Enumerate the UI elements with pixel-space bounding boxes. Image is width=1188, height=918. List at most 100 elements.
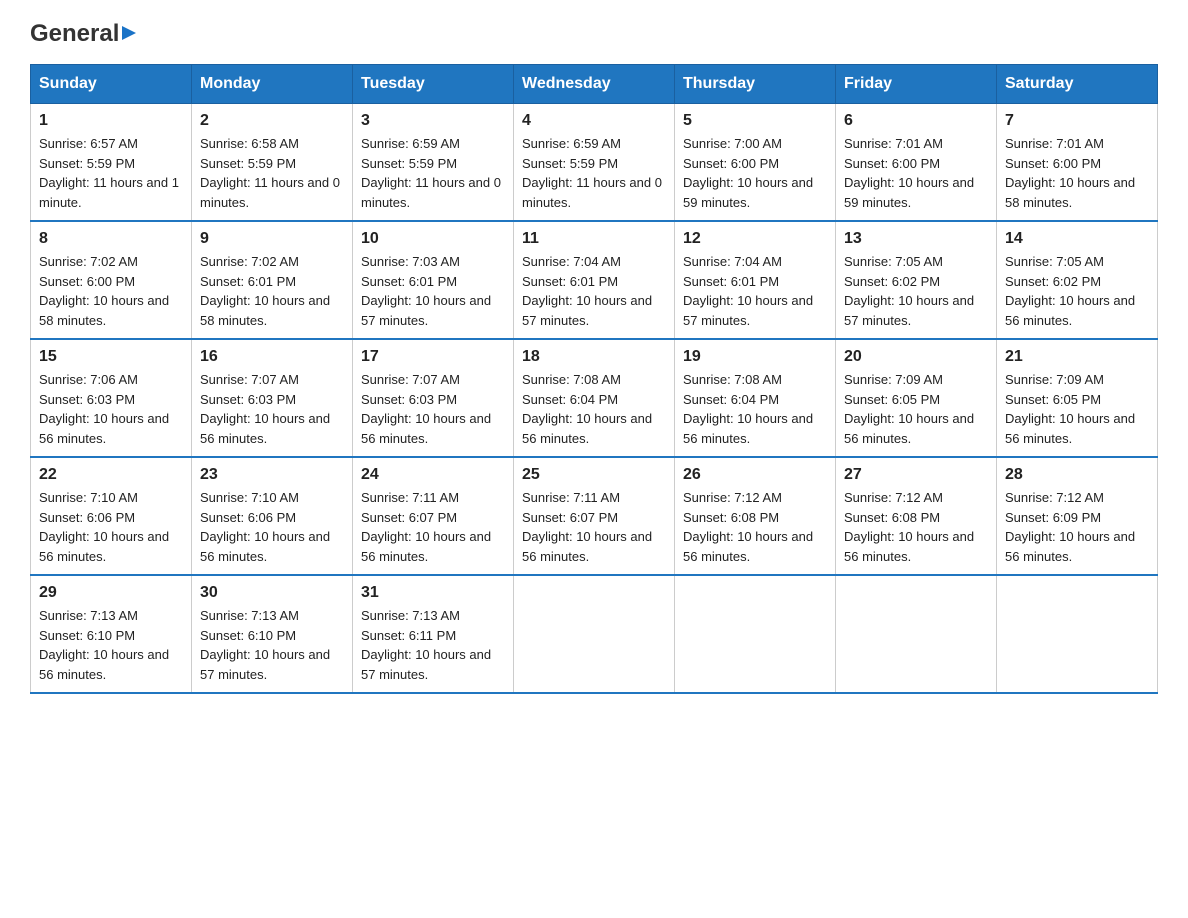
day-number: 27 bbox=[844, 466, 988, 484]
calendar-cell: 5 Sunrise: 7:00 AMSunset: 6:00 PMDaylight… bbox=[675, 104, 836, 222]
calendar-cell: 11 Sunrise: 7:04 AMSunset: 6:01 PMDayligh… bbox=[514, 221, 675, 339]
day-info: Sunrise: 7:02 AMSunset: 6:01 PMDaylight:… bbox=[200, 252, 344, 330]
calendar-cell: 20 Sunrise: 7:09 AMSunset: 6:05 PMDayligh… bbox=[836, 339, 997, 457]
calendar-cell: 29 Sunrise: 7:13 AMSunset: 6:10 PMDayligh… bbox=[31, 575, 192, 693]
calendar-cell: 22Sunrise: 7:10 AMSunset: 6:06 PMDayligh… bbox=[31, 457, 192, 575]
calendar-week-row: 1 Sunrise: 6:57 AMSunset: 5:59 PMDaylight… bbox=[31, 104, 1158, 222]
day-info: Sunrise: 7:06 AMSunset: 6:03 PMDaylight:… bbox=[39, 370, 183, 448]
day-info: Sunrise: 7:02 AMSunset: 6:00 PMDaylight:… bbox=[39, 252, 183, 330]
day-number: 20 bbox=[844, 348, 988, 366]
day-number: 26 bbox=[683, 466, 827, 484]
calendar-cell: 9 Sunrise: 7:02 AMSunset: 6:01 PMDaylight… bbox=[192, 221, 353, 339]
day-info: Sunrise: 7:11 AMSunset: 6:07 PMDaylight:… bbox=[361, 488, 505, 566]
day-number: 12 bbox=[683, 230, 827, 248]
day-info: Sunrise: 7:12 AMSunset: 6:08 PMDaylight:… bbox=[683, 488, 827, 566]
calendar-cell: 15 Sunrise: 7:06 AMSunset: 6:03 PMDayligh… bbox=[31, 339, 192, 457]
col-header-wednesday: Wednesday bbox=[514, 65, 675, 104]
day-number: 3 bbox=[361, 112, 505, 130]
day-number: 29 bbox=[39, 584, 183, 602]
day-number: 2 bbox=[200, 112, 344, 130]
calendar-cell: 14 Sunrise: 7:05 AMSunset: 6:02 PMDayligh… bbox=[997, 221, 1158, 339]
day-number: 24 bbox=[361, 466, 505, 484]
day-number: 6 bbox=[844, 112, 988, 130]
calendar-header-row: SundayMondayTuesdayWednesdayThursdayFrid… bbox=[31, 65, 1158, 104]
calendar-cell: 16Sunrise: 7:07 AMSunset: 6:03 PMDayligh… bbox=[192, 339, 353, 457]
calendar-cell: 24 Sunrise: 7:11 AMSunset: 6:07 PMDayligh… bbox=[353, 457, 514, 575]
calendar-cell bbox=[514, 575, 675, 693]
day-number: 21 bbox=[1005, 348, 1149, 366]
calendar-cell: 4Sunrise: 6:59 AMSunset: 5:59 PMDaylight… bbox=[514, 104, 675, 222]
day-info: Sunrise: 7:01 AMSunset: 6:00 PMDaylight:… bbox=[1005, 134, 1149, 212]
day-number: 13 bbox=[844, 230, 988, 248]
day-info: Sunrise: 7:08 AMSunset: 6:04 PMDaylight:… bbox=[683, 370, 827, 448]
day-info: Sunrise: 7:04 AMSunset: 6:01 PMDaylight:… bbox=[522, 252, 666, 330]
calendar-cell: 27 Sunrise: 7:12 AMSunset: 6:08 PMDayligh… bbox=[836, 457, 997, 575]
day-info: Sunrise: 7:04 AMSunset: 6:01 PMDaylight:… bbox=[683, 252, 827, 330]
day-number: 17 bbox=[361, 348, 505, 366]
day-info: Sunrise: 7:00 AMSunset: 6:00 PMDaylight:… bbox=[683, 134, 827, 212]
day-info: Sunrise: 6:58 AMSunset: 5:59 PMDaylight:… bbox=[200, 134, 344, 212]
col-header-thursday: Thursday bbox=[675, 65, 836, 104]
day-info: Sunrise: 7:13 AMSunset: 6:10 PMDaylight:… bbox=[200, 606, 344, 684]
page-header: General bbox=[30, 20, 1158, 44]
calendar-week-row: 29 Sunrise: 7:13 AMSunset: 6:10 PMDayligh… bbox=[31, 575, 1158, 693]
calendar-cell: 21 Sunrise: 7:09 AMSunset: 6:05 PMDayligh… bbox=[997, 339, 1158, 457]
day-number: 1 bbox=[39, 112, 183, 130]
day-info: Sunrise: 7:13 AMSunset: 6:11 PMDaylight:… bbox=[361, 606, 505, 684]
calendar-week-row: 8 Sunrise: 7:02 AMSunset: 6:00 PMDaylight… bbox=[31, 221, 1158, 339]
day-number: 11 bbox=[522, 230, 666, 248]
day-number: 15 bbox=[39, 348, 183, 366]
col-header-monday: Monday bbox=[192, 65, 353, 104]
day-number: 16 bbox=[200, 348, 344, 366]
calendar-cell: 26 Sunrise: 7:12 AMSunset: 6:08 PMDayligh… bbox=[675, 457, 836, 575]
day-info: Sunrise: 7:13 AMSunset: 6:10 PMDaylight:… bbox=[39, 606, 183, 684]
calendar-cell: 10Sunrise: 7:03 AMSunset: 6:01 PMDayligh… bbox=[353, 221, 514, 339]
day-number: 25 bbox=[522, 466, 666, 484]
calendar-cell: 30 Sunrise: 7:13 AMSunset: 6:10 PMDayligh… bbox=[192, 575, 353, 693]
calendar-cell: 3 Sunrise: 6:59 AMSunset: 5:59 PMDaylight… bbox=[353, 104, 514, 222]
day-info: Sunrise: 7:09 AMSunset: 6:05 PMDaylight:… bbox=[844, 370, 988, 448]
day-info: Sunrise: 6:57 AMSunset: 5:59 PMDaylight:… bbox=[39, 134, 183, 212]
day-number: 7 bbox=[1005, 112, 1149, 130]
calendar-cell: 31Sunrise: 7:13 AMSunset: 6:11 PMDayligh… bbox=[353, 575, 514, 693]
day-number: 23 bbox=[200, 466, 344, 484]
day-info: Sunrise: 6:59 AMSunset: 5:59 PMDaylight:… bbox=[522, 134, 666, 212]
day-info: Sunrise: 7:09 AMSunset: 6:05 PMDaylight:… bbox=[1005, 370, 1149, 448]
day-info: Sunrise: 7:05 AMSunset: 6:02 PMDaylight:… bbox=[844, 252, 988, 330]
calendar-cell: 28 Sunrise: 7:12 AMSunset: 6:09 PMDayligh… bbox=[997, 457, 1158, 575]
calendar-cell: 1 Sunrise: 6:57 AMSunset: 5:59 PMDaylight… bbox=[31, 104, 192, 222]
logo: General bbox=[30, 20, 136, 44]
day-info: Sunrise: 7:01 AMSunset: 6:00 PMDaylight:… bbox=[844, 134, 988, 212]
day-number: 28 bbox=[1005, 466, 1149, 484]
calendar-cell: 23Sunrise: 7:10 AMSunset: 6:06 PMDayligh… bbox=[192, 457, 353, 575]
day-number: 19 bbox=[683, 348, 827, 366]
day-number: 18 bbox=[522, 348, 666, 366]
calendar-table: SundayMondayTuesdayWednesdayThursdayFrid… bbox=[30, 64, 1158, 694]
day-info: Sunrise: 6:59 AMSunset: 5:59 PMDaylight:… bbox=[361, 134, 505, 212]
day-number: 30 bbox=[200, 584, 344, 602]
day-number: 5 bbox=[683, 112, 827, 130]
logo-general-text: General bbox=[30, 20, 119, 48]
logo-triangle-icon bbox=[122, 26, 136, 40]
day-number: 8 bbox=[39, 230, 183, 248]
calendar-cell: 13 Sunrise: 7:05 AMSunset: 6:02 PMDayligh… bbox=[836, 221, 997, 339]
day-number: 9 bbox=[200, 230, 344, 248]
calendar-cell bbox=[836, 575, 997, 693]
calendar-cell: 18 Sunrise: 7:08 AMSunset: 6:04 PMDayligh… bbox=[514, 339, 675, 457]
day-info: Sunrise: 7:12 AMSunset: 6:09 PMDaylight:… bbox=[1005, 488, 1149, 566]
calendar-cell bbox=[997, 575, 1158, 693]
calendar-cell bbox=[675, 575, 836, 693]
day-info: Sunrise: 7:03 AMSunset: 6:01 PMDaylight:… bbox=[361, 252, 505, 330]
calendar-cell: 8 Sunrise: 7:02 AMSunset: 6:00 PMDaylight… bbox=[31, 221, 192, 339]
col-header-sunday: Sunday bbox=[31, 65, 192, 104]
day-number: 14 bbox=[1005, 230, 1149, 248]
day-info: Sunrise: 7:08 AMSunset: 6:04 PMDaylight:… bbox=[522, 370, 666, 448]
calendar-cell: 25Sunrise: 7:11 AMSunset: 6:07 PMDayligh… bbox=[514, 457, 675, 575]
day-info: Sunrise: 7:05 AMSunset: 6:02 PMDaylight:… bbox=[1005, 252, 1149, 330]
calendar-cell: 7 Sunrise: 7:01 AMSunset: 6:00 PMDaylight… bbox=[997, 104, 1158, 222]
calendar-week-row: 15 Sunrise: 7:06 AMSunset: 6:03 PMDayligh… bbox=[31, 339, 1158, 457]
day-info: Sunrise: 7:12 AMSunset: 6:08 PMDaylight:… bbox=[844, 488, 988, 566]
calendar-cell: 19 Sunrise: 7:08 AMSunset: 6:04 PMDayligh… bbox=[675, 339, 836, 457]
calendar-cell: 12 Sunrise: 7:04 AMSunset: 6:01 PMDayligh… bbox=[675, 221, 836, 339]
day-info: Sunrise: 7:10 AMSunset: 6:06 PMDaylight:… bbox=[39, 488, 183, 566]
